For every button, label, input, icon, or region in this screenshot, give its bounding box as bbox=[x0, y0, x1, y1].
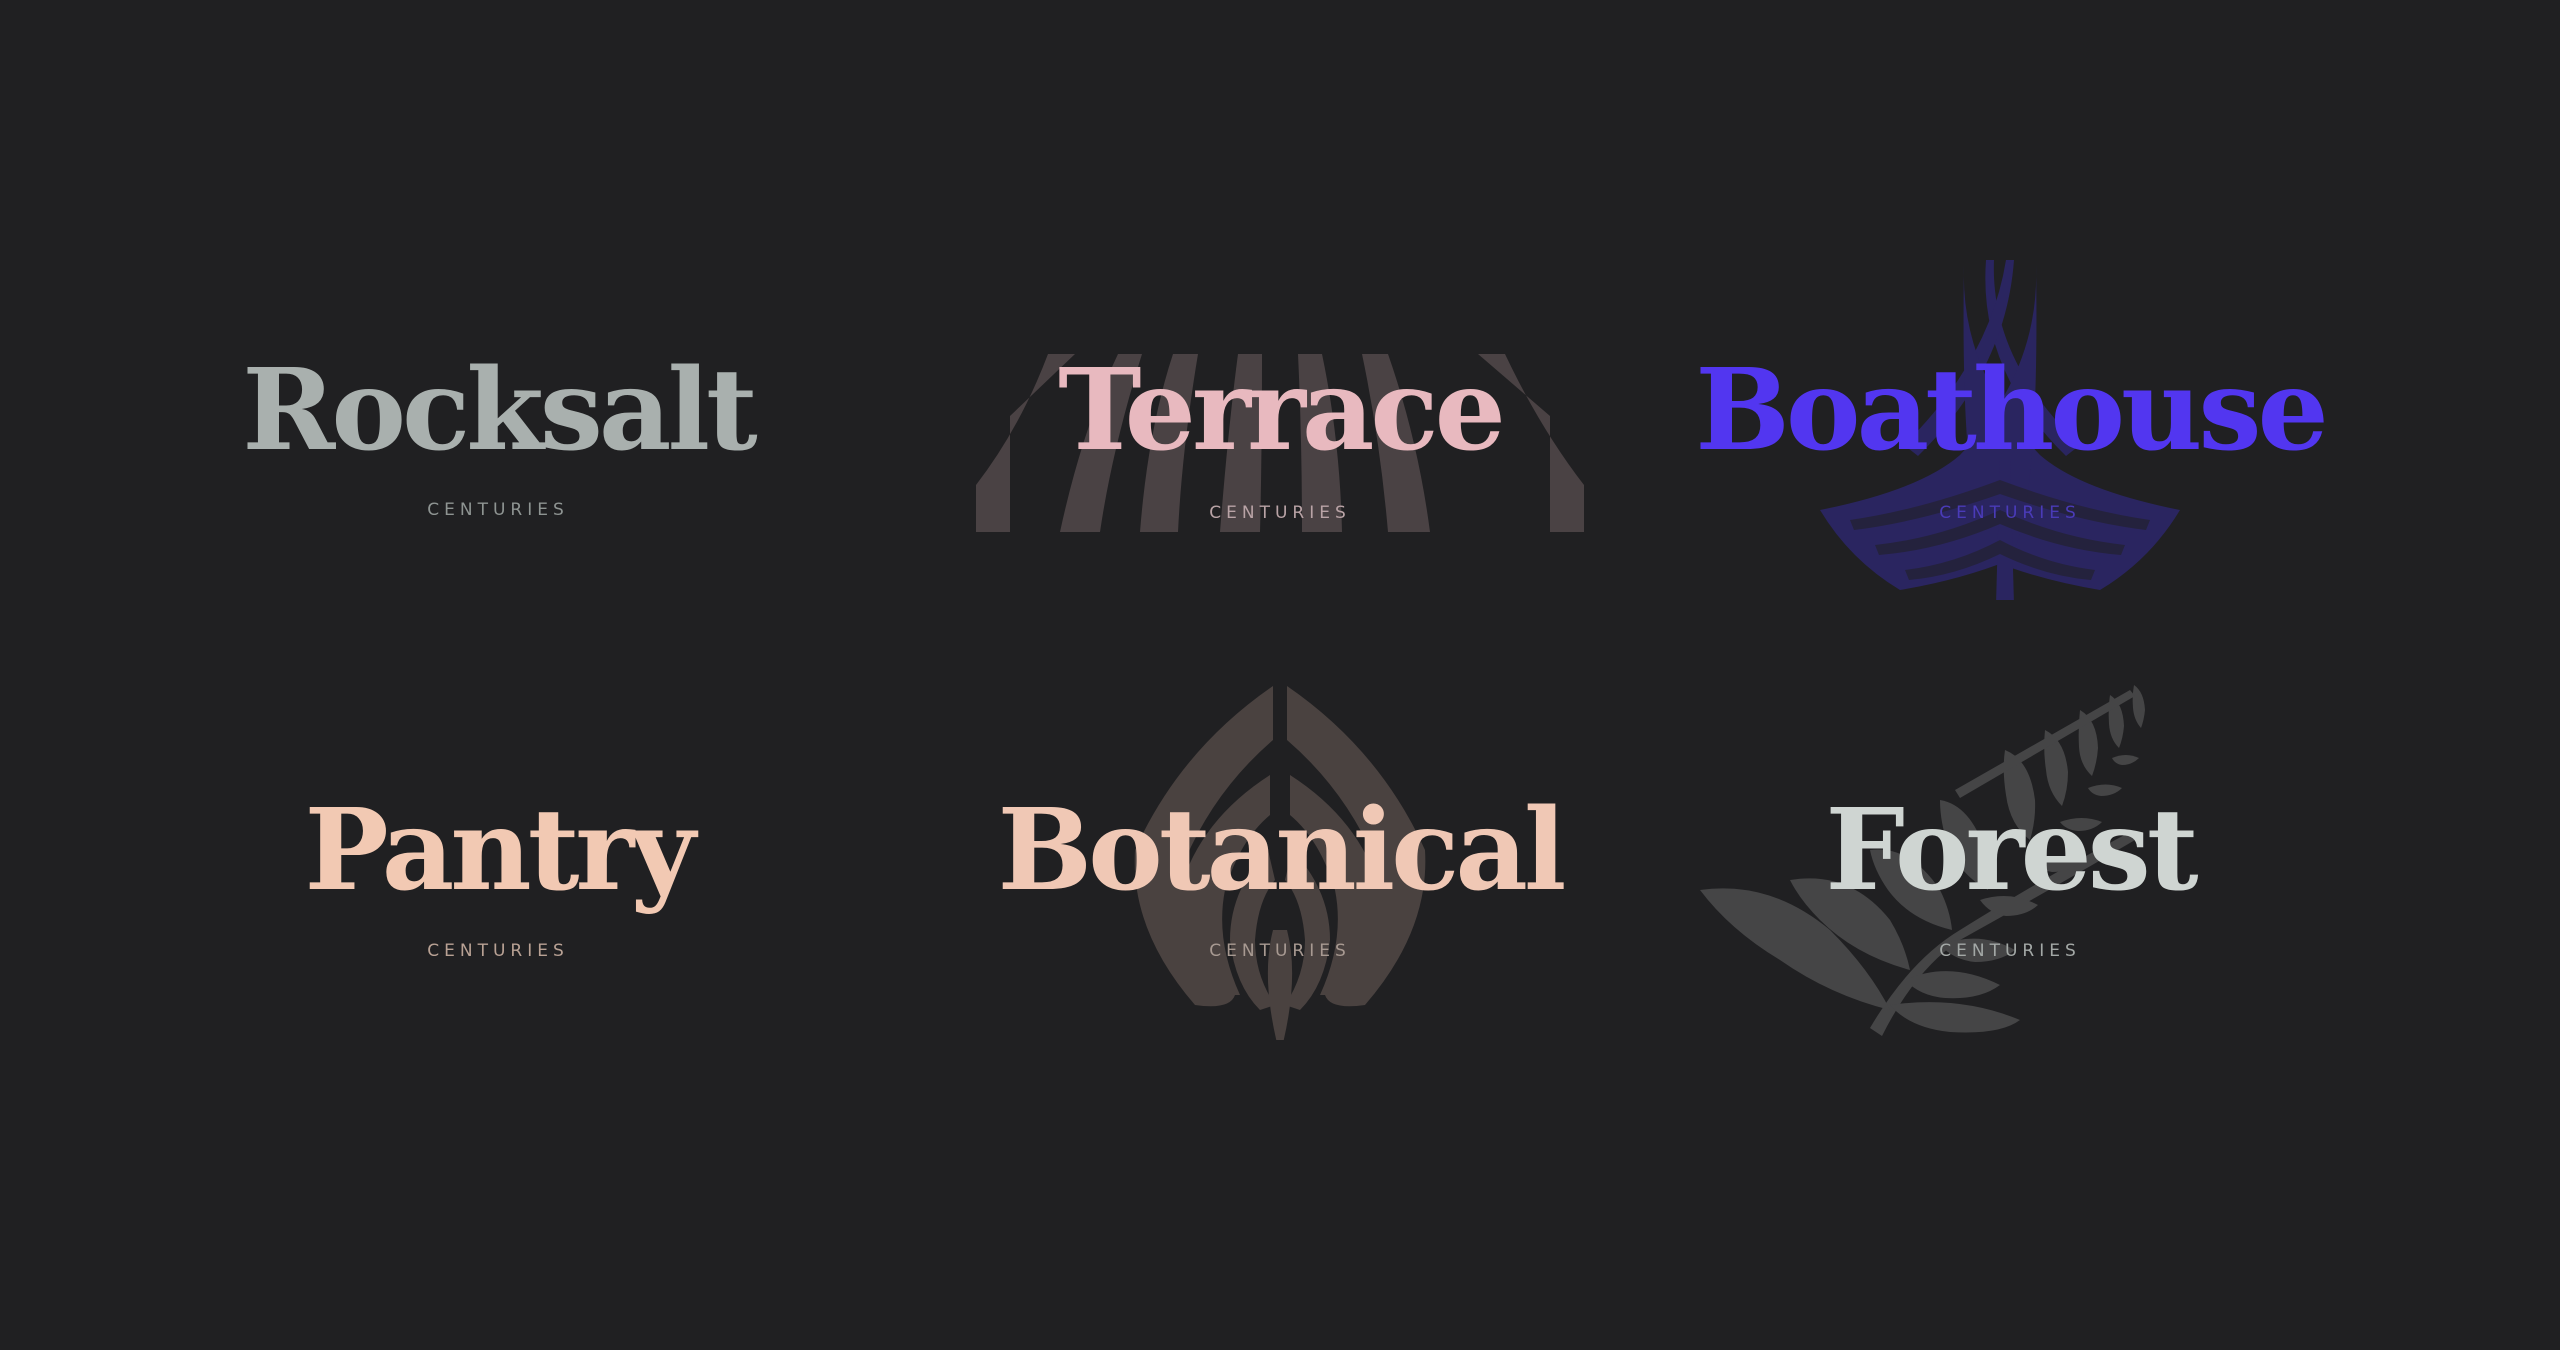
tagline-boathouse: CENTURIES bbox=[1939, 503, 2081, 523]
wordmark-pantry: Pantry bbox=[304, 785, 695, 916]
logo-rocksalt: Rocksalt CENTURIES bbox=[148, 160, 848, 600]
tagline-terrace: CENTURIES bbox=[1209, 503, 1351, 523]
wordmark-forest: Forest bbox=[1825, 785, 2198, 916]
wordmark-rocksalt: Rocksalt bbox=[242, 345, 757, 476]
logo-forest: Forest CENTURIES bbox=[1660, 600, 2360, 1040]
logo-boathouse: Boathouse CENTURIES bbox=[1660, 160, 2360, 600]
logo-showcase: Rocksalt CENTURIES Terrace CENTURIES Boa… bbox=[0, 0, 2560, 1350]
logo-botanical: Botanical CENTURIES bbox=[930, 600, 1630, 1040]
wordmark-terrace: Terrace bbox=[1058, 345, 1506, 476]
logo-terrace: Terrace CENTURIES bbox=[930, 160, 1630, 600]
tagline-rocksalt: CENTURIES bbox=[427, 500, 569, 520]
logo-pantry: Pantry CENTURIES bbox=[148, 600, 848, 1040]
tagline-botanical: CENTURIES bbox=[1209, 941, 1351, 961]
wordmark-botanical: Botanical bbox=[997, 785, 1567, 916]
wordmark-boathouse: Boathouse bbox=[1695, 345, 2329, 476]
tagline-pantry: CENTURIES bbox=[427, 941, 569, 961]
tagline-forest: CENTURIES bbox=[1939, 941, 2081, 961]
